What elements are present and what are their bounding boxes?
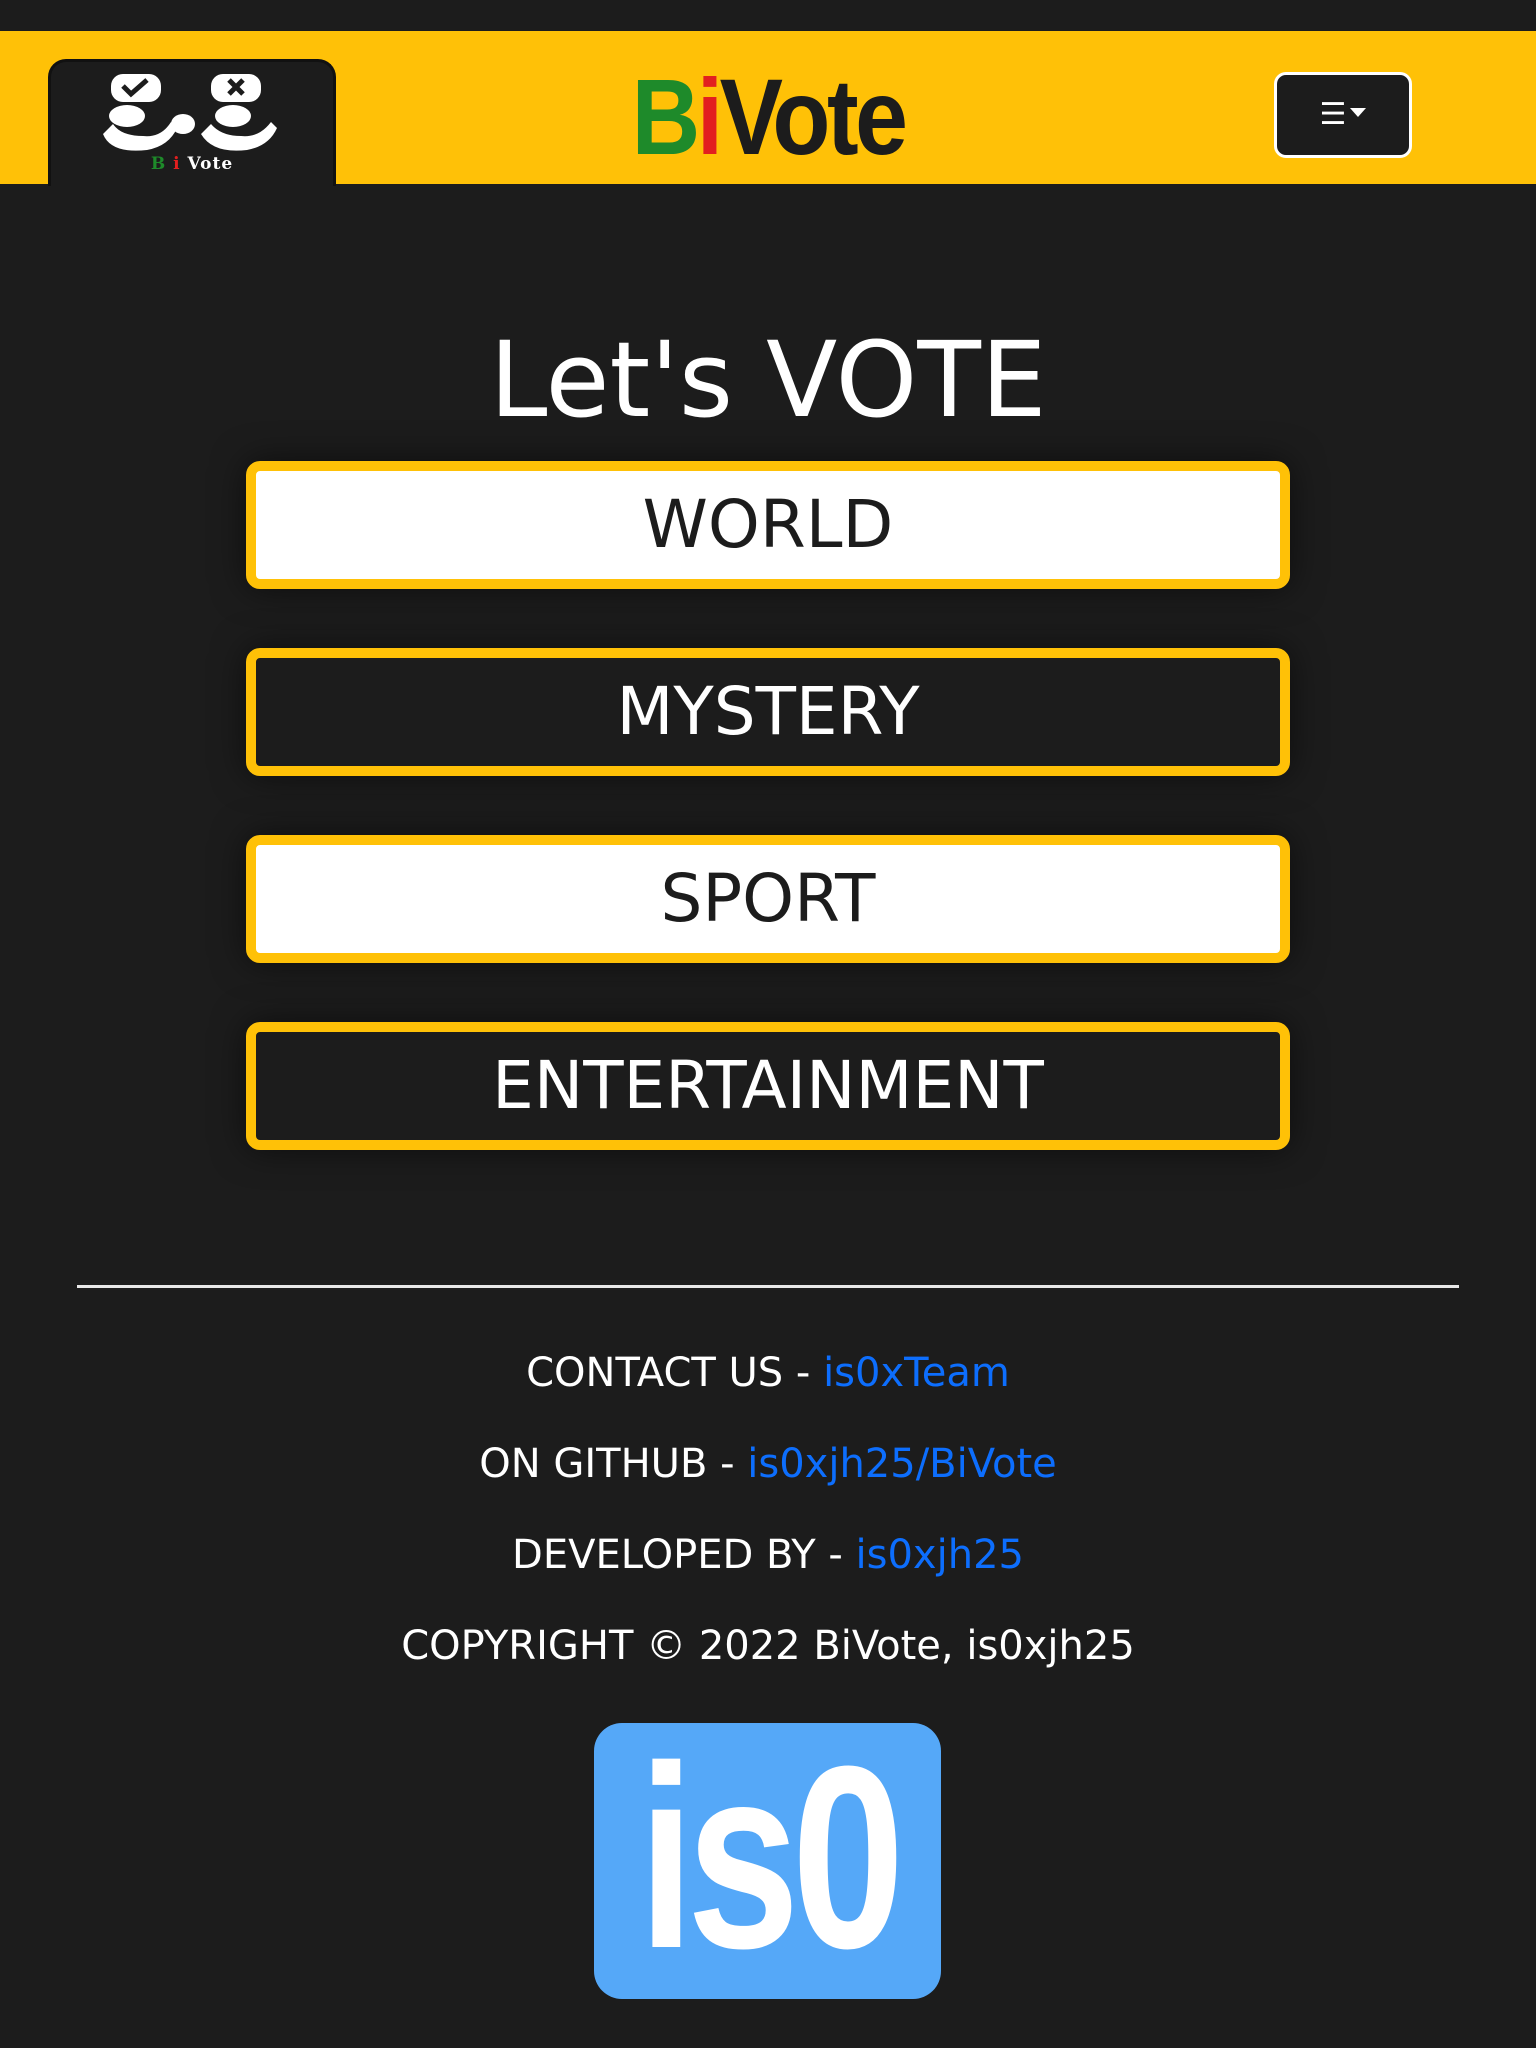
navbar: B i Vote BiVote ☰	[0, 31, 1536, 186]
developer-line: DEVELOPED BY - is0xjh25	[0, 1530, 1536, 1580]
is0-team-logo: is0	[594, 1723, 941, 1999]
category-mystery-button[interactable]: MYSTERY	[246, 648, 1290, 776]
developer-link[interactable]: is0xjh25	[856, 1532, 1024, 1578]
hamburger-icon: ☰	[1319, 97, 1347, 132]
contact-link[interactable]: is0xTeam	[823, 1350, 1010, 1396]
page-title: Let's VOTE	[489, 318, 1047, 441]
home-logo-link[interactable]: B i Vote	[48, 59, 336, 186]
brand-letter-i: i	[696, 56, 723, 177]
category-world-button[interactable]: WORLD	[246, 461, 1290, 589]
contact-line: CONTACT US - is0xTeam	[0, 1348, 1536, 1398]
developer-label: DEVELOPED BY -	[512, 1532, 856, 1578]
brand-rest: Vote	[719, 56, 908, 177]
logo-caption: B i Vote	[150, 154, 234, 174]
copyright-text: COPYRIGHT © 2022 BiVote, is0xjh25	[401, 1623, 1135, 1669]
category-sport-button[interactable]: SPORT	[246, 835, 1290, 963]
menu-toggle-button[interactable]: ☰	[1274, 72, 1412, 158]
is0-logo-text: is0	[638, 1723, 904, 1999]
caret-down-icon	[1350, 108, 1367, 117]
github-link[interactable]: is0xjh25/BiVote	[747, 1441, 1057, 1487]
footer-divider	[77, 1285, 1459, 1288]
contact-label: CONTACT US -	[526, 1350, 824, 1396]
github-label: ON GITHUB -	[479, 1441, 748, 1487]
brand-letter-b: B	[631, 56, 701, 177]
github-line: ON GITHUB - is0xjh25/BiVote	[0, 1439, 1536, 1489]
top-strip	[0, 0, 1536, 31]
category-entertainment-button[interactable]: ENTERTAINMENT	[246, 1022, 1290, 1150]
brand-title[interactable]: BiVote	[585, 63, 951, 171]
